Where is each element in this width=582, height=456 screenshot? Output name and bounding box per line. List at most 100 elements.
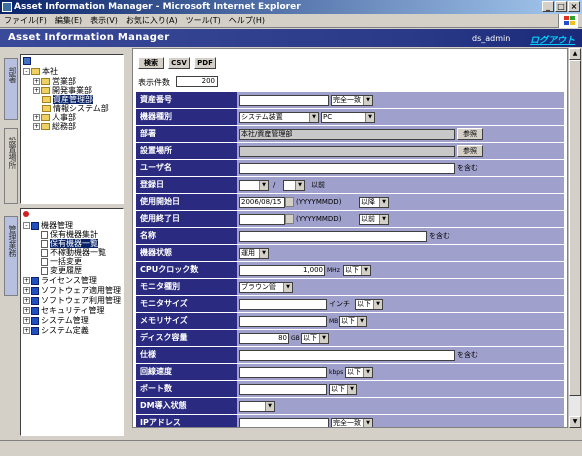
left-pane: 部署 設置場所 管理業務 - 本社 + 営業部 + 開発事業部 資産管理部 情報システ… [0,48,128,440]
csv-button[interactable]: CSV [168,57,190,69]
tree-node-infosys[interactable]: 情報システム部 [42,104,109,113]
task-node-sw-apply[interactable]: + ソフトウェア適用管理 [23,286,121,295]
start-date-format: (YYYYMMDD) [296,198,342,206]
calendar-icon[interactable] [285,214,294,224]
row-start-date: 使用開始日 2006/08/15 (YYYYMMDD) 以降 ▼ [136,193,564,210]
name-suffix: を含む [429,232,450,240]
device-category-select[interactable]: システム装置 ▼ [239,112,319,123]
row-ports: ポート数 以下 ▼ [136,380,564,397]
user-input[interactable] [239,163,455,174]
row-monitor-size: モニタサイズ インチ 以下 ▼ [136,295,564,312]
logout-link[interactable]: ログアウト [530,33,575,46]
task-node-bulk-change[interactable]: 一括変更 [41,257,82,266]
dept-ref-button[interactable]: 参照 [457,128,483,140]
row-user: ユーザ名 を含む [136,159,564,176]
ports-input[interactable] [239,384,327,395]
disk-input[interactable]: 80 [239,333,289,344]
monitor-size-input[interactable] [239,299,327,310]
task-node-system-mgmt[interactable]: + システム管理 [23,316,89,325]
memory-cond-select[interactable]: 以下 ▼ [339,316,367,327]
close-button[interactable]: × [568,1,580,12]
calendar-icon[interactable] [285,197,294,207]
window-title-bar: Asset Information Manager - Microsoft In… [0,0,582,14]
tree-node-hr[interactable]: + 人事部 [33,113,76,122]
folder-icon [31,68,40,75]
tab-department[interactable]: 部署 [4,58,18,120]
task-node-list[interactable]: 保有機器一覧 [41,239,98,248]
pdf-button[interactable]: PDF [194,57,216,69]
start-date-input[interactable]: 2006/08/15 [239,197,285,208]
menu-favorites[interactable]: お気に入り(A) [126,15,178,26]
row-ip: IPアドレス 完全一致 ▼ [136,414,564,427]
ip-match-select[interactable]: 完全一致 ▼ [331,418,373,427]
search-button[interactable]: 検索 [138,57,164,69]
name-input[interactable] [239,231,427,242]
status-select[interactable]: 運用 ▼ [239,248,269,259]
task-node-license[interactable]: + ライセンス管理 [23,276,97,285]
menu-view[interactable]: 表示(V) [90,15,118,26]
monitor-size-cond-select[interactable]: 以下 ▼ [355,299,383,310]
tree-node-general[interactable]: + 総務部 [33,122,76,131]
menu-help[interactable]: ヘルプ(H) [229,15,265,26]
main-panel: 検索 CSV PDF 表示件数 200 資産番号 完全一致 ▼ 機器種別 システム… [132,48,568,428]
menu-tools[interactable]: ツール(T) [186,15,221,26]
scroll-up-icon[interactable]: ▲ [569,48,581,60]
app-header: Asset Information Manager ds_admin ログアウト [0,29,582,47]
scroll-thumb[interactable] [569,60,581,396]
task-node-tally[interactable]: 保有機器集計 [41,230,98,239]
location-input[interactable] [239,146,455,157]
location-ref-button[interactable]: 参照 [457,145,483,157]
dm-select[interactable]: ▼ [239,401,275,412]
start-date-cond-select[interactable]: 以降 ▼ [359,197,389,208]
disk-cond-select[interactable]: 以下 ▼ [301,333,329,344]
tree-node-honsha[interactable]: - 本社 [23,67,58,76]
ports-cond-select[interactable]: 以下 ▼ [329,384,357,395]
document-icon [41,239,48,248]
task-node-history[interactable]: 変更履歴 [41,266,82,275]
end-date-input[interactable] [239,214,285,225]
asset-no-match-select[interactable]: 完全一致 ▼ [331,95,373,106]
memory-input[interactable] [239,316,327,327]
menu-edit[interactable]: 編集(E) [55,15,82,26]
end-date-cond-select[interactable]: 以前 ▼ [359,214,389,225]
row-memory: メモリサイズ MB 以下 ▼ [136,312,564,329]
tab-location[interactable]: 設置場所 [4,128,18,204]
line-speed-cond-select[interactable]: 以下 ▼ [345,367,373,378]
vertical-scrollbar[interactable]: ▲ ▼ [568,48,581,428]
menu-file[interactable]: ファイル(F) [4,15,47,26]
task-node-system-def[interactable]: + システム定義 [23,326,89,335]
document-icon [41,248,48,257]
tab-task[interactable]: 管理業務 [4,216,18,296]
folder-icon [42,96,51,103]
task-node-device-mgmt[interactable]: - 機器管理 [23,221,73,230]
task-node-sw-use[interactable]: + ソフトウェア利用管理 [23,296,121,305]
count-input[interactable]: 200 [176,76,218,87]
asset-no-input[interactable] [239,95,329,106]
reg-year-select[interactable]: ▼ [239,180,269,191]
book-icon [31,276,39,285]
red-dot-icon [23,211,29,217]
org-root-icon [23,57,33,65]
task-node-security[interactable]: + セキュリティ管理 [23,306,105,315]
task-node-inactive[interactable]: 不稼動機器一覧 [41,248,106,257]
spec-input[interactable] [239,350,455,361]
ip-input[interactable] [239,418,329,427]
dept-input[interactable]: 本社/資産管理部 [239,129,455,140]
line-speed-unit: kbps [329,369,344,376]
device-type-select[interactable]: PC ▼ [321,112,375,123]
spec-suffix: を含む [457,351,478,359]
scroll-down-icon[interactable]: ▼ [569,416,581,428]
document-icon [41,257,48,266]
cpu-input[interactable]: 1,000 [239,265,325,276]
row-name: 名称 を含む [136,227,564,244]
book-icon [31,286,39,295]
reg-month-select[interactable]: ▼ [283,180,305,191]
tree-node-dev[interactable]: + 開発事業部 [33,86,92,95]
monitor-type-select[interactable]: ブラウン管 ▼ [239,282,293,293]
tree-node-asset-mgmt[interactable]: 資産管理部 [42,95,93,104]
line-speed-input[interactable] [239,367,327,378]
cpu-cond-select[interactable]: 以下 ▼ [343,265,371,276]
tree-node-sales[interactable]: + 営業部 [33,77,76,86]
maximize-button[interactable]: □ [555,1,567,12]
minimize-button[interactable]: _ [542,1,554,12]
